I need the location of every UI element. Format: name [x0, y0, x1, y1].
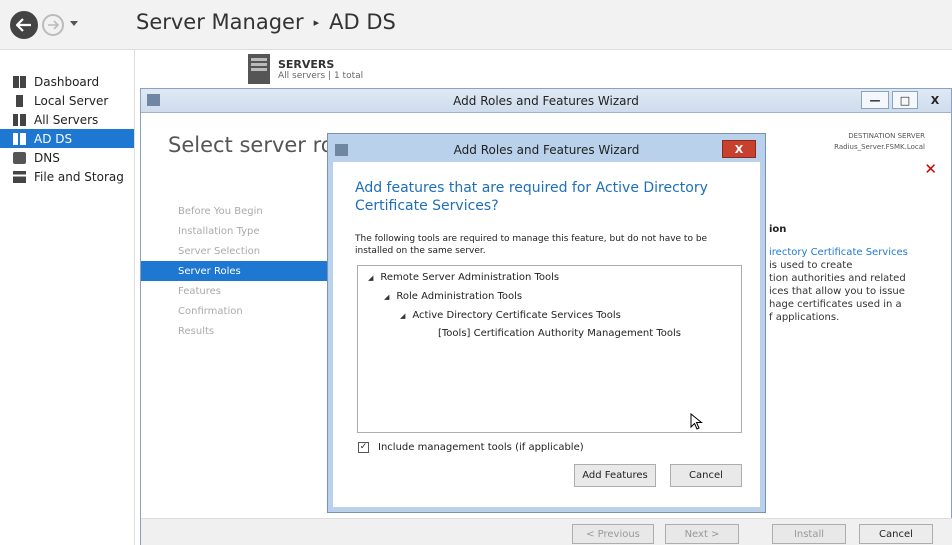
- arrow-right-icon: [48, 20, 59, 30]
- step-before-you-begin[interactable]: Before You Begin: [141, 201, 331, 221]
- sidebar: Dashboard Local Server All Servers AD DS…: [0, 50, 135, 545]
- tree-item-label: Role Administration Tools: [396, 291, 523, 302]
- servers-tile-icon: [248, 54, 270, 84]
- minimize-button[interactable]: —: [861, 91, 889, 109]
- add-features-dialog: Add Roles and Features Wizard X Add feat…: [328, 134, 765, 512]
- wizard-footer: < Previous Next > Install Cancel: [141, 518, 952, 545]
- step-features[interactable]: Features: [141, 281, 331, 301]
- dialog-close-button[interactable]: X: [722, 140, 756, 158]
- servers-header: SERVERS All servers | 1 total: [248, 54, 363, 84]
- storage-icon: [13, 170, 26, 183]
- dialog-description: The following tools are required to mana…: [355, 234, 708, 256]
- cancel-button[interactable]: Cancel: [859, 524, 933, 544]
- breadcrumb-app[interactable]: Server Manager: [136, 10, 304, 34]
- dashboard-icon: [13, 75, 26, 88]
- error-x-icon[interactable]: ✕: [924, 160, 937, 178]
- install-button[interactable]: Install: [772, 524, 846, 544]
- role-description: ion irectory Certificate Services is use…: [769, 223, 934, 324]
- dialog-cancel-button[interactable]: Cancel: [670, 464, 742, 487]
- ad-ds-icon: [13, 132, 26, 145]
- maximize-button[interactable]: □: [892, 91, 918, 109]
- dialog-heading: Add features that are required for Activ…: [355, 180, 708, 214]
- expand-arrow-icon[interactable]: ◢: [384, 293, 389, 301]
- wizard-steps: Before You Begin Installation Type Serve…: [141, 201, 331, 341]
- expand-arrow-icon[interactable]: ◢: [368, 274, 373, 282]
- description-heading: ion: [769, 224, 787, 235]
- sidebar-item-label: Local Server: [34, 93, 109, 108]
- include-tools-label: Include management tools (if applicable): [378, 442, 584, 453]
- sidebar-item-label: All Servers: [34, 112, 99, 127]
- sidebar-item-ad-ds[interactable]: AD DS: [0, 129, 134, 148]
- description-line: hage certificates used in a: [769, 299, 902, 310]
- sidebar-item-label: AD DS: [34, 131, 73, 146]
- description-link[interactable]: irectory Certificate Services: [769, 246, 934, 259]
- next-button[interactable]: Next >: [665, 524, 739, 544]
- add-features-button[interactable]: Add Features: [574, 464, 656, 487]
- wizard-title-bar[interactable]: Add Roles and Features Wizard — □ X: [141, 89, 951, 113]
- tree-item-label: Remote Server Administration Tools: [380, 272, 560, 283]
- close-button[interactable]: X: [921, 91, 949, 109]
- description-line: ices that allow you to issue: [769, 286, 905, 297]
- destination-label: DESTINATION SERVER: [848, 132, 925, 140]
- tree-item-label: Active Directory Certificate Services To…: [412, 310, 621, 321]
- sidebar-item-file-storage[interactable]: File and Storag: [0, 167, 134, 186]
- expand-arrow-icon[interactable]: ◢: [400, 312, 405, 320]
- sidebar-item-label: Dashboard: [34, 74, 100, 89]
- history-dropdown-icon[interactable]: [70, 21, 78, 26]
- title-bar: Server Manager ▸ AD DS: [0, 0, 952, 50]
- include-tools-row[interactable]: ✓ Include management tools (if applicabl…: [358, 442, 584, 453]
- step-server-roles[interactable]: Server Roles: [141, 261, 331, 281]
- tree-item[interactable]: [Tools] Certification Authority Manageme…: [438, 328, 681, 339]
- servers-subtitle: All servers | 1 total: [278, 70, 364, 81]
- sidebar-item-dns[interactable]: DNS: [0, 148, 134, 167]
- breadcrumb-separator-icon: ▸: [313, 15, 320, 29]
- destination-server: DESTINATION SERVER Radius_Server.FSMK.Lo…: [834, 131, 925, 153]
- description-line: is used to create: [769, 260, 853, 271]
- description-line: f applications.: [769, 312, 840, 323]
- forward-button[interactable]: [42, 14, 64, 36]
- include-tools-checkbox[interactable]: ✓: [358, 442, 369, 453]
- feature-tree[interactable]: ◢ Remote Server Administration Tools ◢ R…: [357, 265, 742, 433]
- tree-item[interactable]: ◢ Active Directory Certificate Services …: [400, 310, 621, 321]
- step-confirmation[interactable]: Confirmation: [141, 301, 331, 321]
- servers-title: SERVERS: [278, 57, 335, 71]
- back-button[interactable]: [10, 11, 38, 39]
- tree-item[interactable]: ◢ Role Administration Tools: [384, 291, 522, 302]
- breadcrumb: Server Manager ▸ AD DS: [136, 10, 396, 34]
- arrow-left-icon: [16, 18, 31, 32]
- step-installation-type[interactable]: Installation Type: [141, 221, 331, 241]
- dns-icon: [13, 151, 26, 164]
- server-icon: [16, 94, 23, 107]
- wizard-title: Add Roles and Features Wizard: [453, 94, 639, 108]
- sidebar-item-label: DNS: [34, 150, 60, 165]
- previous-button[interactable]: < Previous: [572, 524, 654, 544]
- sidebar-item-label: File and Storag: [34, 169, 124, 184]
- sidebar-item-all-servers[interactable]: All Servers: [0, 110, 134, 129]
- tree-item-label: [Tools] Certification Authority Manageme…: [438, 328, 681, 339]
- mouse-cursor-icon: [690, 413, 703, 430]
- tree-item[interactable]: ◢ Remote Server Administration Tools: [368, 272, 559, 283]
- dialog-title: Add Roles and Features Wizard: [453, 143, 640, 157]
- breadcrumb-current: AD DS: [329, 10, 396, 34]
- step-server-selection[interactable]: Server Selection: [141, 241, 331, 261]
- destination-server-name: Radius_Server.FSMK.Local: [834, 143, 925, 151]
- description-line: tion authorities and related: [769, 273, 906, 284]
- page-title: Select server ro: [168, 133, 334, 157]
- servers-icon: [13, 113, 26, 126]
- sidebar-item-dashboard[interactable]: Dashboard: [0, 72, 134, 91]
- sidebar-item-local-server[interactable]: Local Server: [0, 91, 134, 110]
- dialog-title-bar[interactable]: Add Roles and Features Wizard X: [333, 139, 760, 162]
- step-results[interactable]: Results: [141, 321, 331, 341]
